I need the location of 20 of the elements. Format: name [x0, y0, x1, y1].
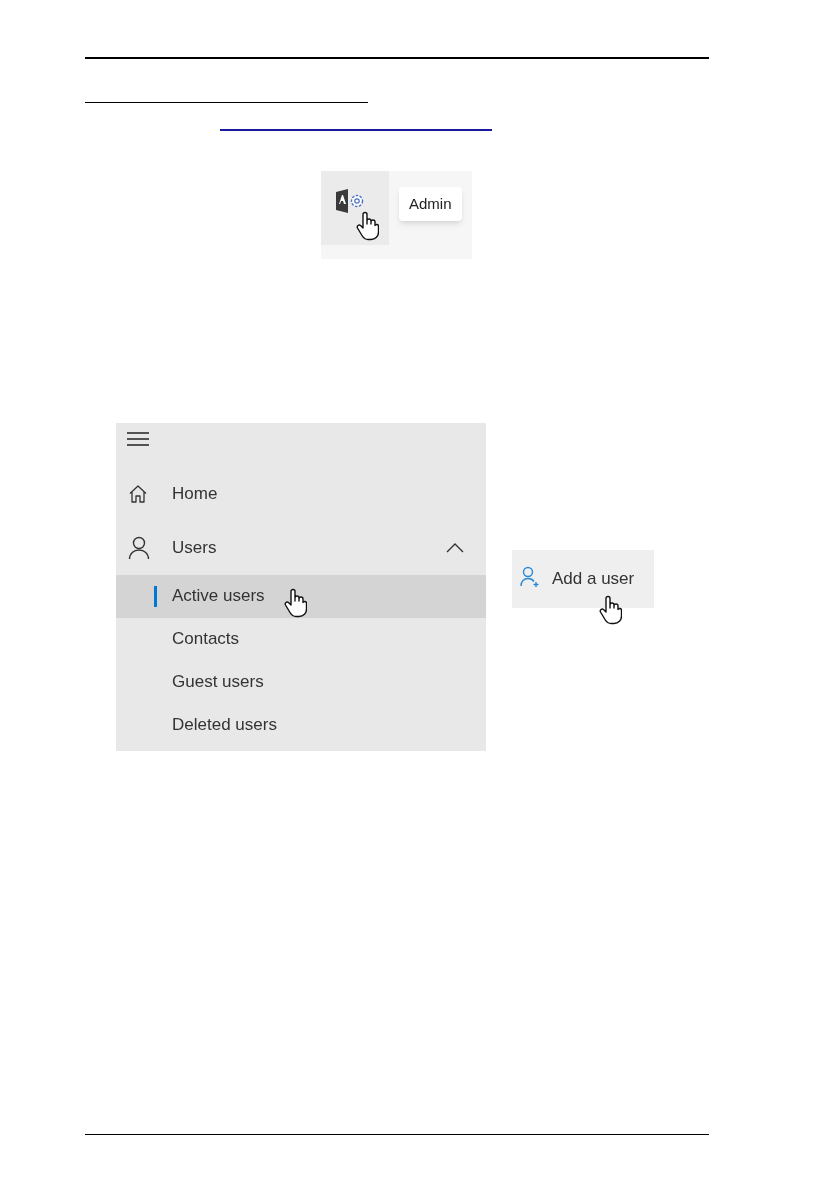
menu-icon [127, 431, 149, 446]
pointer-hand-icon [355, 210, 379, 241]
nav-subitem[interactable]: Active users [116, 574, 486, 618]
person-icon [128, 535, 150, 560]
home-icon [128, 483, 148, 504]
nav-item[interactable]: Home [116, 466, 486, 521]
pointer-hand-icon [282, 588, 307, 618]
add-person-icon [520, 565, 542, 588]
tooltip: Admin [399, 186, 462, 221]
selection-bar [154, 585, 157, 607]
nav-subitem[interactable]: Contacts [116, 617, 486, 661]
pointer-hand-icon [598, 594, 622, 625]
nav-subitem[interactable]: Guest users [116, 660, 486, 704]
nav-label: Home [172, 482, 219, 505]
nav-label: Users [172, 536, 218, 559]
chevron-icon[interactable] [446, 542, 464, 553]
nav-subitem[interactable]: Deleted users [116, 703, 486, 747]
add-user-button[interactable]: Add a user [512, 549, 654, 608]
app-tile[interactable] [321, 170, 389, 245]
nav-item[interactable]: Users [116, 520, 486, 575]
